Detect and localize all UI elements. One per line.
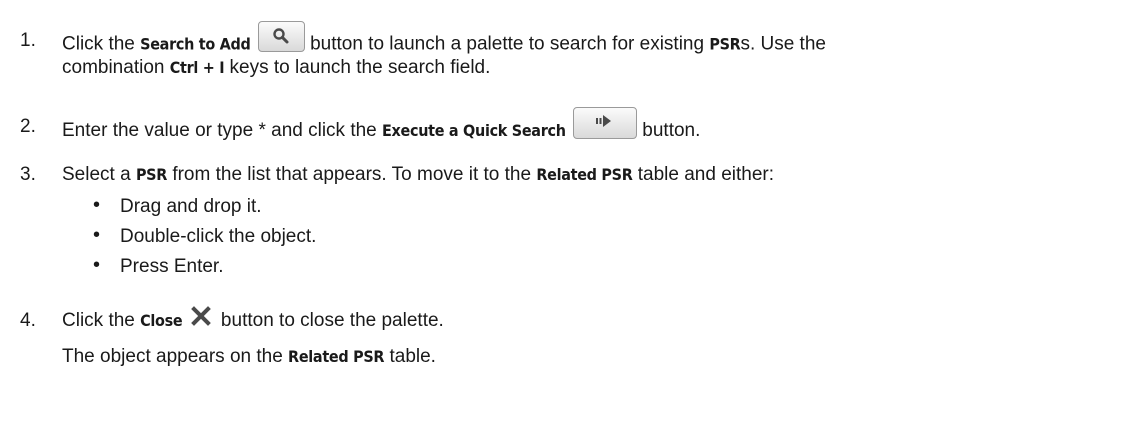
search-to-add-button[interactable]	[257, 21, 305, 52]
bullet-text: Double-click the object.	[120, 226, 317, 247]
step-3-line-1: Select a PSR from the list that appears.…	[62, 164, 775, 185]
step-4-line-1: Click the Close button to close the pale…	[62, 306, 444, 333]
arrow-right-icon	[596, 115, 611, 127]
bullet-marker: •	[93, 194, 101, 216]
step-number: 3.	[20, 164, 36, 185]
step-number: 4.	[20, 310, 36, 331]
step-1-line-2: combination Ctrl + I keys to launch the …	[62, 57, 491, 78]
bullet-text: Press Enter.	[120, 256, 224, 277]
step-number: 1.	[20, 30, 36, 51]
close-label: Close	[140, 311, 183, 330]
step-2-line-1: Enter the value or type * and click the …	[62, 107, 700, 147]
bullet-text: Drag and drop it.	[120, 196, 262, 217]
step-number: 2.	[20, 116, 36, 137]
execute-quick-search-button[interactable]	[573, 107, 637, 139]
bullet-marker: •	[93, 224, 101, 246]
related-psr-label: Related PSR	[536, 165, 633, 184]
related-psr-label: Related PSR	[288, 347, 385, 366]
search-to-add-label: Search to Add	[140, 34, 251, 54]
keyboard-shortcut: Ctrl + I	[169, 58, 225, 77]
close-x-icon[interactable]	[190, 305, 212, 327]
execute-quick-search-label: Execute a Quick Search	[382, 121, 566, 141]
step-4-result: The object appears on the Related PSR ta…	[62, 346, 436, 367]
bullet-marker: •	[93, 254, 101, 276]
magnifier-icon	[273, 28, 289, 44]
